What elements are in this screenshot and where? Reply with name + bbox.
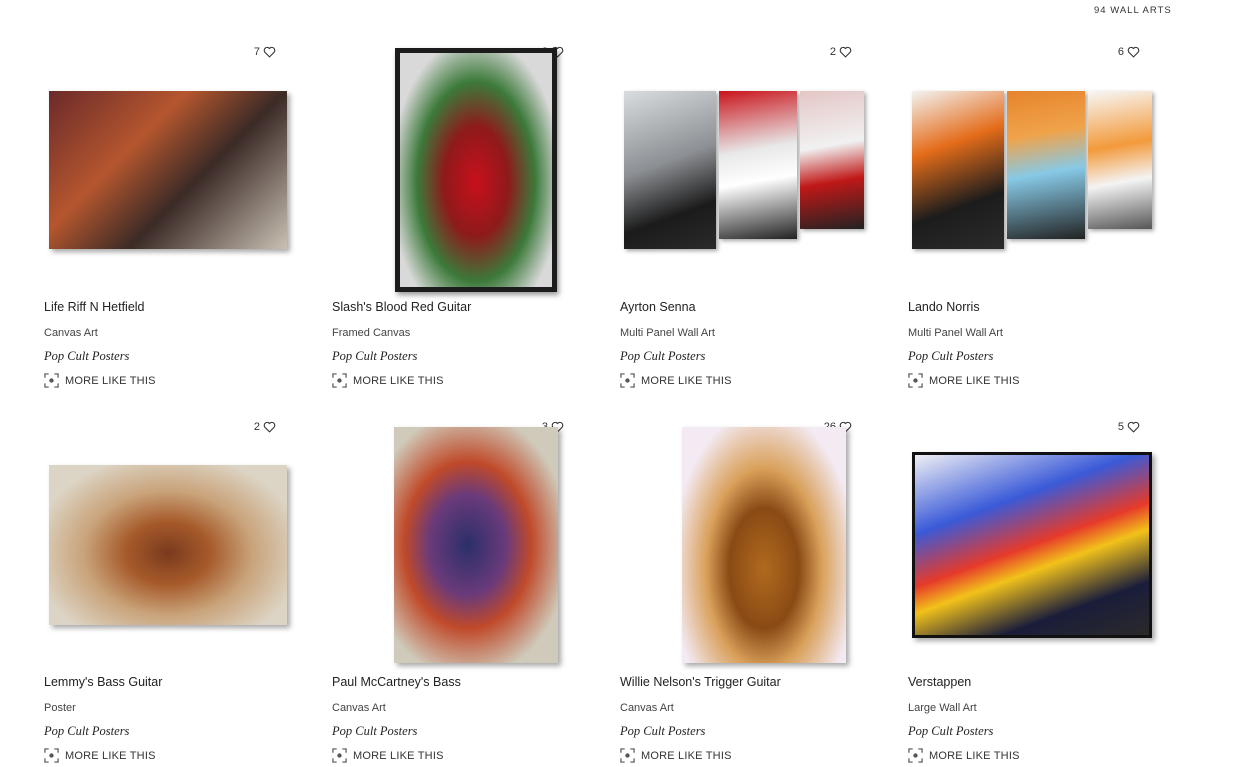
visual-search-icon (908, 748, 923, 763)
product-image[interactable] (332, 45, 580, 295)
visual-search-icon (620, 373, 635, 388)
product-image[interactable] (620, 420, 868, 670)
product-card[interactable]: 2 Ayrton Senna Multi Panel Wall Art Pop … (620, 40, 876, 392)
visual-search-icon (332, 748, 347, 763)
product-card[interactable]: 7 Life Riff N Hetfield Canvas Art Pop Cu… (44, 40, 300, 392)
product-card[interactable]: 26 Willie Nelson's Trigger Guitar Canvas… (620, 415, 876, 767)
product-card[interactable]: 5 Verstappen Large Wall Art Pop Cult Pos… (908, 415, 1164, 767)
product-image[interactable] (44, 420, 292, 670)
product-card[interactable]: 3 Slash's Blood Red Guitar Framed Canvas… (332, 40, 588, 392)
product-image[interactable] (908, 420, 1156, 670)
visual-search-icon (908, 373, 923, 388)
more-like-this-link[interactable]: MORE LIKE THIS (908, 748, 1020, 763)
product-type: Multi Panel Wall Art (908, 327, 1003, 339)
product-title[interactable]: Slash's Blood Red Guitar (332, 300, 471, 314)
product-type: Large Wall Art (908, 702, 977, 714)
more-like-this-label: MORE LIKE THIS (641, 374, 732, 387)
product-type: Multi Panel Wall Art (620, 327, 715, 339)
product-type: Framed Canvas (332, 327, 411, 339)
more-like-this-link[interactable]: MORE LIKE THIS (44, 748, 156, 763)
product-brand[interactable]: Pop Cult Posters (332, 349, 417, 364)
product-card[interactable]: 2 Lemmy's Bass Guitar Poster Pop Cult Po… (44, 415, 300, 767)
panel-middle (1007, 91, 1085, 239)
more-like-this-link[interactable]: MORE LIKE THIS (620, 748, 732, 763)
product-brand[interactable]: Pop Cult Posters (44, 349, 129, 364)
panel-right (1088, 91, 1152, 229)
panel-left (624, 91, 716, 249)
product-card[interactable]: 6 Lando Norris Multi Panel Wall Art Pop … (908, 40, 1164, 392)
product-brand[interactable]: Pop Cult Posters (908, 349, 993, 364)
product-title[interactable]: Lando Norris (908, 300, 980, 314)
artwork-canvas (49, 91, 287, 249)
artwork-multi-panel (624, 91, 864, 249)
more-like-this-link[interactable]: MORE LIKE THIS (332, 373, 444, 388)
product-title[interactable]: Ayrton Senna (620, 300, 696, 314)
product-image[interactable] (908, 45, 1156, 295)
artwork-multi-panel (912, 91, 1152, 249)
more-like-this-link[interactable]: MORE LIKE THIS (620, 373, 732, 388)
panel-left (912, 91, 1004, 249)
more-like-this-label: MORE LIKE THIS (929, 749, 1020, 762)
more-like-this-label: MORE LIKE THIS (929, 374, 1020, 387)
product-type: Canvas Art (44, 327, 98, 339)
product-type: Canvas Art (620, 702, 674, 714)
product-image[interactable] (620, 45, 868, 295)
panel-middle (719, 91, 797, 239)
artwork-canvas (394, 427, 558, 663)
visual-search-icon (620, 748, 635, 763)
product-type: Poster (44, 702, 76, 714)
more-like-this-label: MORE LIKE THIS (65, 374, 156, 387)
more-like-this-link[interactable]: MORE LIKE THIS (44, 373, 156, 388)
product-title[interactable]: Willie Nelson's Trigger Guitar (620, 675, 781, 689)
more-like-this-label: MORE LIKE THIS (65, 749, 156, 762)
more-like-this-label: MORE LIKE THIS (353, 749, 444, 762)
product-card[interactable]: 3 Paul McCartney's Bass Canvas Art Pop C… (332, 415, 588, 767)
more-like-this-link[interactable]: MORE LIKE THIS (908, 373, 1020, 388)
more-like-this-label: MORE LIKE THIS (641, 749, 732, 762)
product-grid: 7 Life Riff N Hetfield Canvas Art Pop Cu… (44, 40, 1164, 767)
product-image[interactable] (44, 45, 292, 295)
product-title[interactable]: Lemmy's Bass Guitar (44, 675, 162, 689)
panel-right (800, 91, 864, 229)
more-like-this-link[interactable]: MORE LIKE THIS (332, 748, 444, 763)
visual-search-icon (44, 373, 59, 388)
results-count: 94 WALL ARTS (1094, 5, 1172, 16)
product-title[interactable]: Paul McCartney's Bass (332, 675, 461, 689)
artwork-canvas (682, 427, 846, 663)
product-brand[interactable]: Pop Cult Posters (620, 349, 705, 364)
product-image[interactable] (332, 420, 580, 670)
artwork-poster (49, 465, 287, 625)
product-title[interactable]: Life Riff N Hetfield (44, 300, 145, 314)
product-type: Canvas Art (332, 702, 386, 714)
artwork-canvas (912, 452, 1152, 638)
visual-search-icon (44, 748, 59, 763)
more-like-this-label: MORE LIKE THIS (353, 374, 444, 387)
product-title[interactable]: Verstappen (908, 675, 971, 689)
visual-search-icon (332, 373, 347, 388)
artwork-framed-canvas (395, 48, 557, 292)
